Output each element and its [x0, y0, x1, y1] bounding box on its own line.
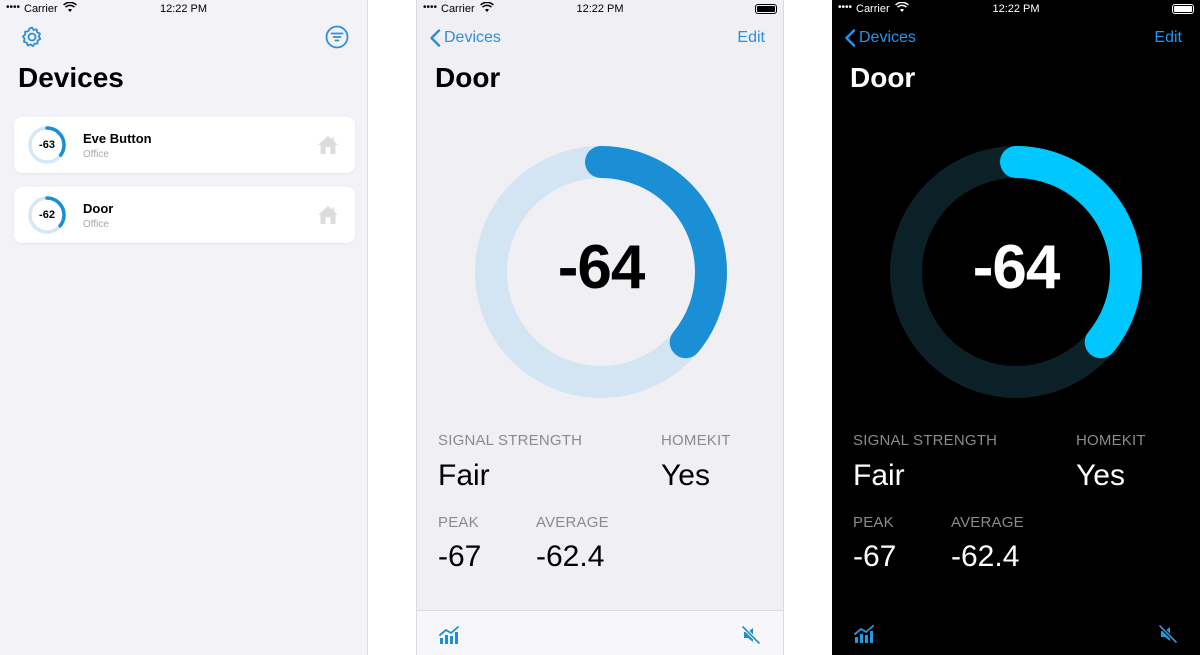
mute-icon[interactable]	[741, 625, 761, 645]
status-time: 12:22 PM	[992, 3, 1040, 15]
device-card[interactable]: -63 Eve Button Office	[14, 117, 355, 173]
status-bar: •••• Carrier 12:22 PM	[417, 0, 783, 18]
average-value: -62.4	[951, 540, 1020, 573]
edit-button[interactable]: Edit	[737, 29, 765, 47]
average-value: -62.4	[536, 540, 605, 573]
device-detail-screen-dark: •••• Carrier 12:22 PM Devices Edit Door …	[832, 0, 1200, 655]
homekit-value: Yes	[1076, 459, 1125, 492]
battery-icon	[1172, 4, 1194, 14]
signal-strength-value: Fair	[438, 459, 490, 492]
screenshot-stage: •••• Carrier 12:22 PM Devices -63 Eve Bu…	[0, 0, 1200, 655]
peak-label: PEAK	[438, 514, 479, 531]
page-title: Door	[435, 62, 501, 93]
toolbar	[832, 610, 1200, 655]
gear-icon[interactable]	[20, 25, 44, 49]
back-label: Devices	[444, 29, 501, 46]
device-rssi: -62	[39, 209, 55, 221]
gauge-value: -64	[557, 233, 646, 302]
chart-icon[interactable]	[439, 626, 459, 644]
toolbar	[417, 610, 783, 655]
average-label: AVERAGE	[536, 514, 609, 531]
device-name: Eve Button	[83, 131, 152, 146]
signal-strength-label: SIGNAL STRENGTH	[438, 432, 583, 449]
chevron-left-icon	[430, 29, 441, 47]
status-time: 12:22 PM	[576, 3, 624, 15]
device-card[interactable]: -62 Door Office	[14, 187, 355, 243]
page-title: Devices	[18, 62, 124, 93]
peak-label: PEAK	[853, 514, 894, 531]
back-button[interactable]: Devices	[844, 28, 916, 48]
device-room: Office	[83, 219, 109, 230]
peak-value: -67	[853, 540, 897, 573]
mute-icon[interactable]	[1158, 624, 1178, 644]
back-label: Devices	[859, 29, 916, 46]
homekit-value: Yes	[661, 459, 710, 492]
chart-icon[interactable]	[854, 625, 874, 643]
average-label: AVERAGE	[951, 514, 1024, 531]
signal-strength-value: Fair	[853, 459, 905, 492]
back-button[interactable]: Devices	[429, 28, 501, 48]
device-name: Door	[83, 201, 114, 216]
device-list-screen: •••• Carrier 12:22 PM Devices -63 Eve Bu…	[0, 0, 368, 655]
peak-value: -67	[438, 540, 482, 573]
status-bar: •••• Carrier 12:22 PM	[0, 0, 367, 18]
filter-icon[interactable]	[325, 25, 349, 49]
home-icon	[318, 206, 338, 224]
signal-strength-label: SIGNAL STRENGTH	[853, 432, 998, 449]
device-room: Office	[83, 149, 109, 160]
status-time: 12:22 PM	[159, 3, 208, 15]
device-detail-screen-light: •••• Carrier 12:22 PM Devices Edit Door …	[416, 0, 784, 655]
home-icon	[318, 136, 338, 154]
homekit-label: HOMEKIT	[1076, 432, 1146, 449]
gauge-value: -64	[972, 233, 1061, 302]
battery-icon	[755, 4, 777, 14]
chevron-left-icon	[845, 29, 856, 47]
device-rssi: -63	[39, 139, 55, 151]
edit-button[interactable]: Edit	[1154, 29, 1182, 47]
homekit-label: HOMEKIT	[661, 432, 731, 449]
status-bar: •••• Carrier 12:22 PM	[832, 0, 1200, 18]
page-title: Door	[850, 62, 916, 93]
